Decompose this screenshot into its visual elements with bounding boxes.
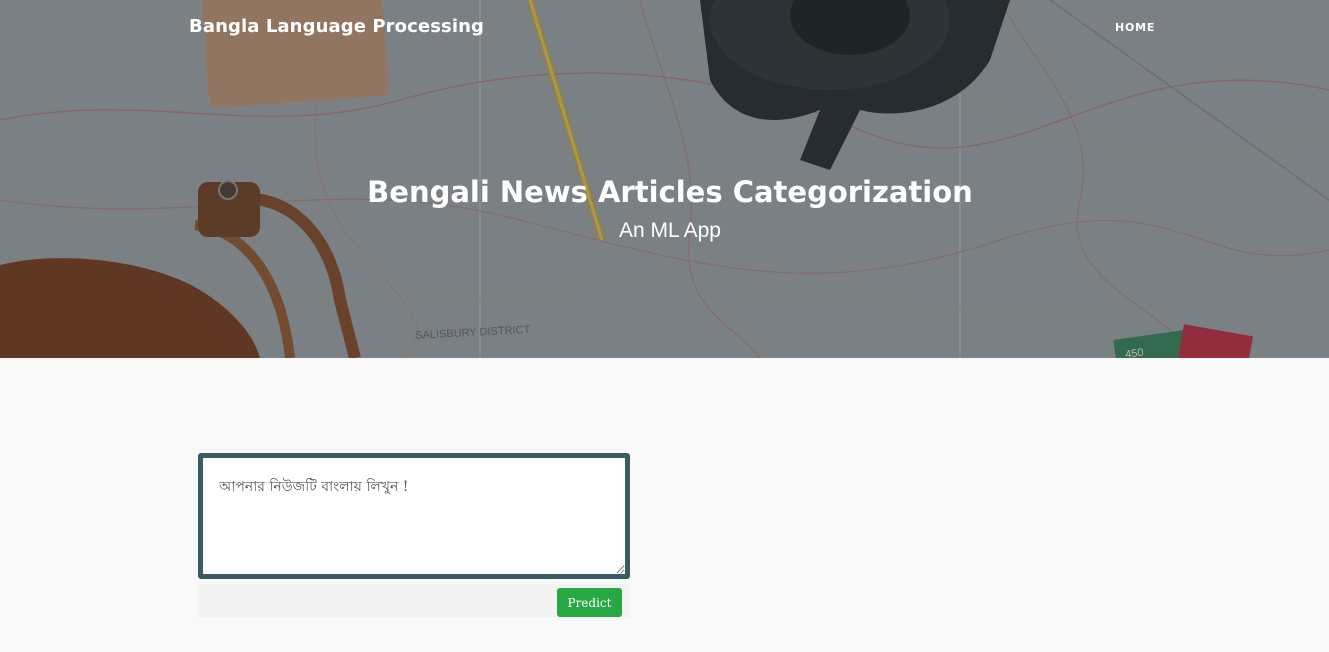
page-subtitle: An ML App bbox=[619, 219, 721, 242]
news-textarea[interactable] bbox=[198, 453, 630, 579]
predict-button[interactable]: Predict bbox=[557, 588, 622, 617]
form-footer: Predict bbox=[198, 584, 630, 617]
navbar-brand[interactable]: Bangla Language Processing bbox=[189, 16, 484, 37]
news-form: Predict bbox=[198, 453, 630, 617]
hero-banner: SALISBURY DISTRICT 450 Bangla Language P… bbox=[0, 0, 1329, 358]
nav-link-home[interactable]: HOME bbox=[1115, 21, 1155, 34]
page-title: Bengali News Articles Categorization bbox=[367, 175, 973, 209]
